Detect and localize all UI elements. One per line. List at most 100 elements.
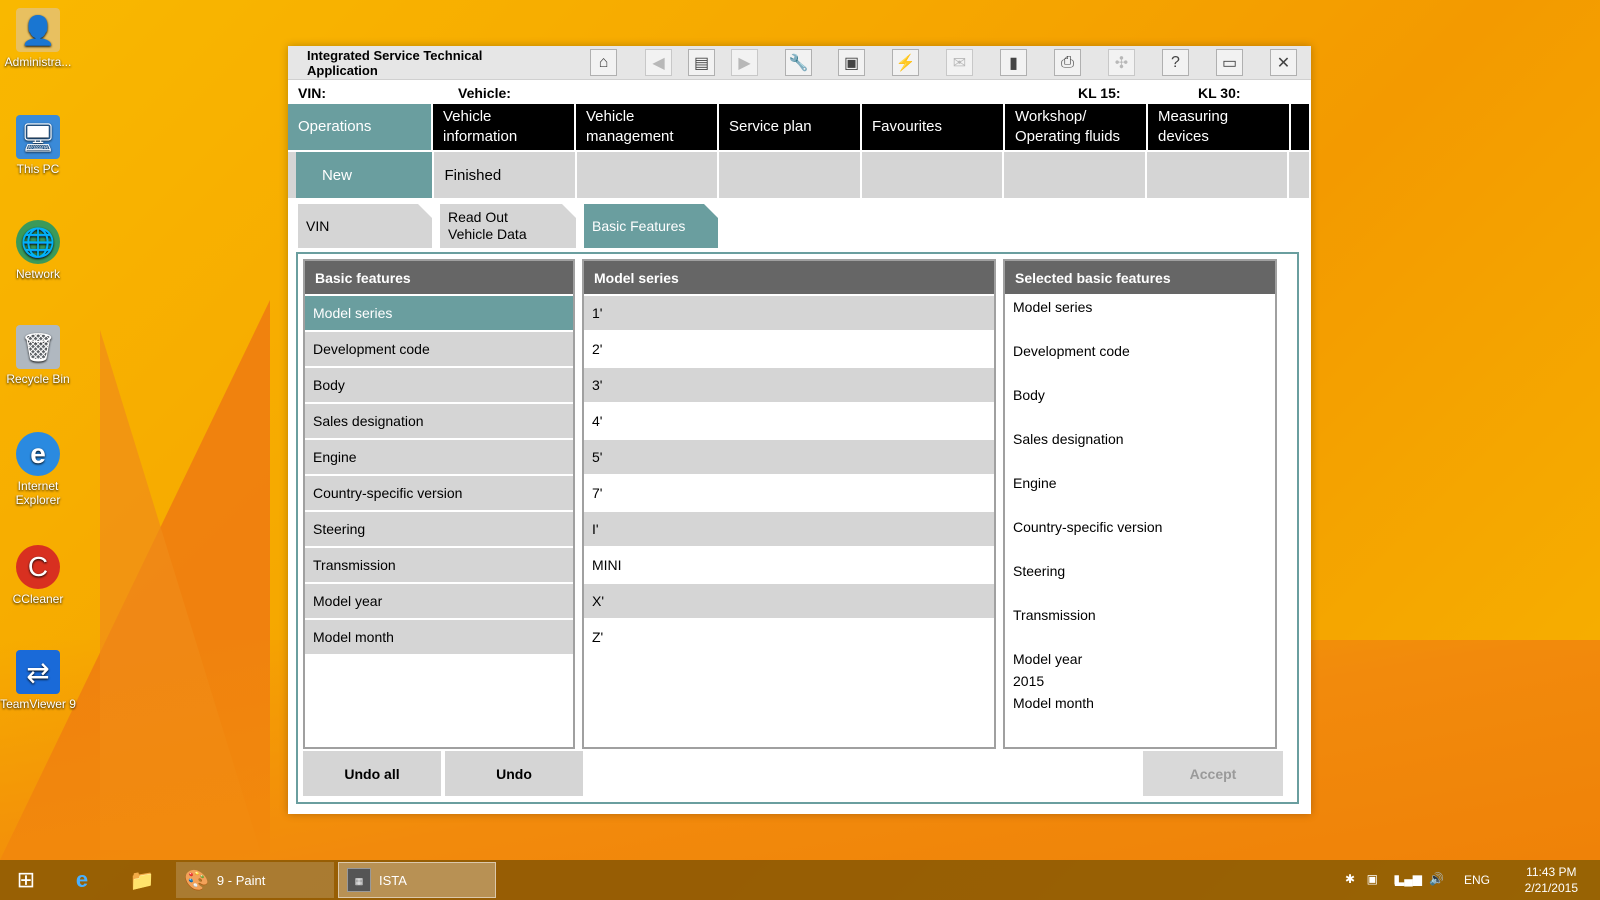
desktop-icon-recycle-bin[interactable]: 🗑 Recycle Bin bbox=[0, 325, 76, 386]
list-item[interactable]: Transmission bbox=[305, 548, 573, 582]
list-item[interactable]: Model series bbox=[305, 296, 573, 330]
connect-button[interactable]: ⚡ bbox=[892, 49, 919, 76]
air-button[interactable]: ✣ bbox=[1108, 49, 1135, 76]
windows-logo-icon: ⊞ bbox=[16, 867, 36, 892]
kl30-label: KL 30: bbox=[1198, 85, 1241, 101]
list-item[interactable]: 7' bbox=[584, 476, 994, 510]
mail-icon: ✉ bbox=[952, 54, 967, 72]
list-item[interactable]: 4' bbox=[584, 404, 994, 438]
list-item[interactable]: Sales designation bbox=[305, 404, 573, 438]
tab-vin[interactable]: VIN bbox=[298, 204, 432, 248]
list-item[interactable]: Steering bbox=[305, 512, 573, 546]
printer-button[interactable]: ⎙ bbox=[1054, 49, 1081, 76]
start-button[interactable]: ⊞ bbox=[8, 862, 44, 898]
bluetooth-icon[interactable]: ✱ bbox=[1345, 872, 1355, 886]
user-folder-icon: 👤 bbox=[16, 8, 60, 52]
close-button[interactable]: ✕ bbox=[1270, 49, 1297, 76]
wrench-button[interactable]: 🔧 bbox=[785, 49, 812, 76]
minimize-button[interactable]: ▭ bbox=[1216, 49, 1243, 76]
taskbar-paint-button[interactable]: 🎨 9 - Paint bbox=[176, 862, 334, 898]
title-bar: Integrated Service Technical Application… bbox=[288, 46, 1311, 80]
desktop-icon-network[interactable]: 🌐 Network bbox=[0, 220, 76, 281]
home-icon: ⌂ bbox=[598, 53, 609, 71]
list-item: Sales designation bbox=[1013, 431, 1124, 447]
selected-features-header: Selected basic features bbox=[1005, 261, 1275, 294]
taskbar: ⊞ e 📁 🎨 9 - Paint ▦ ISTA ✱ ▣ ▮ ▂▄▆ 🔊 ENG… bbox=[0, 860, 1600, 900]
accept-button[interactable]: Accept bbox=[1143, 751, 1283, 796]
list-item[interactable]: Z' bbox=[584, 620, 994, 654]
documents-icon: ▤ bbox=[693, 54, 710, 72]
network-icon: 🌐 bbox=[16, 220, 60, 264]
list-item: Country-specific version bbox=[1013, 519, 1163, 535]
back-button[interactable]: ◀ bbox=[645, 49, 672, 76]
desktop-icon-administrator[interactable]: 👤 Administra... bbox=[0, 8, 76, 69]
main-nav: Operations Vehicle information Vehicle m… bbox=[288, 104, 1311, 150]
minimize-icon: ▭ bbox=[1221, 54, 1238, 72]
desktop-icon-this-pc[interactable]: 🖥 This PC bbox=[0, 115, 76, 176]
clock[interactable]: 11:43 PM 2/21/2015 bbox=[1525, 864, 1578, 896]
nav-service-plan[interactable]: Service plan bbox=[719, 104, 862, 150]
nav-vehicle-management[interactable]: Vehicle management bbox=[576, 104, 719, 150]
list-item[interactable]: 2' bbox=[584, 332, 994, 366]
nav-measuring-devices[interactable]: Measuring devices bbox=[1148, 104, 1291, 150]
desktop-icon-ccleaner[interactable]: C CCleaner bbox=[0, 545, 76, 606]
list-item[interactable]: 5' bbox=[584, 440, 994, 474]
taskbar-ie-button[interactable]: e bbox=[62, 862, 102, 898]
list-item[interactable]: Engine bbox=[305, 440, 573, 474]
subnav-new[interactable]: New bbox=[295, 152, 435, 198]
list-item[interactable]: Body bbox=[305, 368, 573, 402]
list-item[interactable]: Development code bbox=[305, 332, 573, 366]
undo-button[interactable]: Undo bbox=[445, 751, 583, 796]
help-icon: ? bbox=[1171, 53, 1180, 71]
mail-button[interactable]: ✉ bbox=[946, 49, 973, 76]
panel-button[interactable]: ▣ bbox=[838, 49, 865, 76]
subnav-finished[interactable]: Finished bbox=[434, 152, 577, 198]
list-item[interactable]: Model month bbox=[305, 620, 573, 654]
taskbar-ista-button[interactable]: ▦ ISTA bbox=[338, 862, 496, 898]
nav-workshop-operating-fluids[interactable]: Workshop/ Operating fluids bbox=[1005, 104, 1148, 150]
vehicle-info-bar: VIN: Vehicle: KL 15: KL 30: bbox=[288, 80, 1311, 104]
list-item[interactable]: MINI bbox=[584, 548, 994, 582]
home-button[interactable]: ⌂ bbox=[590, 49, 617, 76]
list-item: Model year bbox=[1013, 651, 1083, 667]
battery-button[interactable]: ▮ bbox=[1000, 49, 1027, 76]
desktop-icon-internet-explorer[interactable]: e Internet Explorer bbox=[0, 432, 76, 507]
taskbar-explorer-button[interactable]: 📁 bbox=[122, 862, 162, 898]
print-preview-button[interactable]: ▤ bbox=[688, 49, 715, 76]
list-item: Model month bbox=[1013, 695, 1094, 711]
list-item[interactable]: I' bbox=[584, 512, 994, 546]
ccleaner-icon: C bbox=[16, 545, 60, 589]
close-icon: ✕ bbox=[1276, 54, 1291, 72]
volume-icon[interactable]: 🔊 bbox=[1429, 872, 1444, 886]
teamviewer-icon: ⇄ bbox=[16, 650, 60, 694]
list-item[interactable]: Country-specific version bbox=[305, 476, 573, 510]
clock-time: 11:43 PM bbox=[1526, 865, 1577, 879]
sub-nav: New Finished bbox=[288, 152, 1312, 198]
desktop-icon-teamviewer[interactable]: ⇄ TeamViewer 9 bbox=[0, 650, 76, 711]
language-indicator[interactable]: ENG bbox=[1464, 873, 1490, 887]
monitor-icon[interactable]: ▣ bbox=[1367, 872, 1378, 886]
undo-all-button[interactable]: Undo all bbox=[303, 751, 441, 796]
step-tabs: VIN Read Out Vehicle Data Basic Features bbox=[298, 204, 718, 250]
forward-button[interactable]: ▶ bbox=[731, 49, 758, 76]
help-button[interactable]: ? bbox=[1162, 49, 1189, 76]
list-item[interactable]: 1' bbox=[584, 296, 994, 330]
ista-window: Integrated Service Technical Application… bbox=[288, 46, 1312, 814]
list-item[interactable]: X' bbox=[584, 584, 994, 618]
list-item[interactable]: 3' bbox=[584, 368, 994, 402]
ista-icon: ▦ bbox=[347, 868, 371, 892]
folder-icon: 📁 bbox=[129, 869, 155, 892]
list-item[interactable]: Model year bbox=[305, 584, 573, 618]
paint-icon: 🎨 bbox=[184, 869, 209, 892]
computer-icon: 🖥 bbox=[16, 115, 60, 159]
nav-favourites[interactable]: Favourites bbox=[862, 104, 1005, 150]
vehicle-label: Vehicle: bbox=[458, 85, 511, 101]
selected-features-panel: Selected basic features Model series Dev… bbox=[1003, 259, 1277, 749]
plug-icon: ⚡ bbox=[895, 54, 916, 72]
panel-icon: ▣ bbox=[843, 54, 860, 72]
network-signal-icon[interactable]: ▂▄▆ bbox=[1395, 872, 1422, 886]
nav-operations[interactable]: Operations bbox=[288, 104, 433, 150]
tab-basic-features[interactable]: Basic Features bbox=[584, 204, 718, 248]
tab-read-out-vehicle-data[interactable]: Read Out Vehicle Data bbox=[440, 204, 576, 248]
nav-vehicle-information[interactable]: Vehicle information bbox=[433, 104, 576, 150]
